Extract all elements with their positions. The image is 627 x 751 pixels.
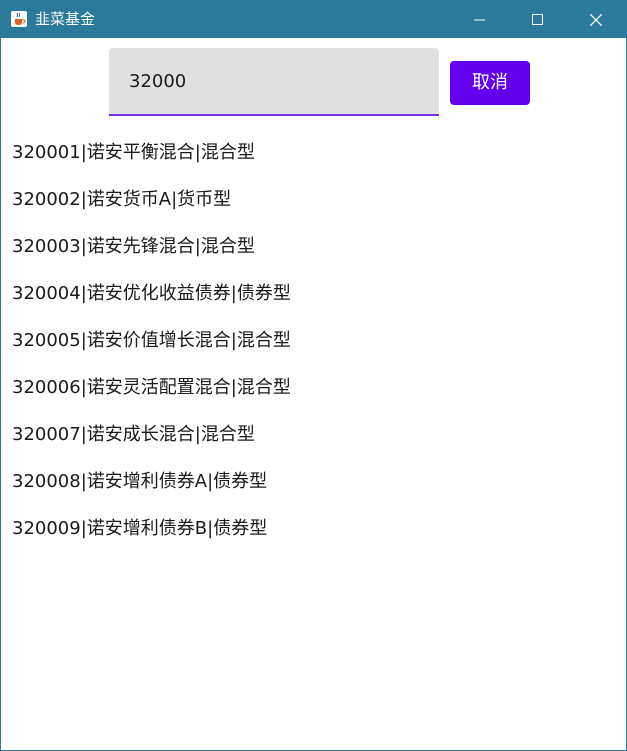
maximize-button[interactable] (515, 1, 561, 38)
list-item[interactable]: 320006|诺安灵活配置混合|混合型 (12, 374, 612, 421)
java-cup-icon (11, 11, 27, 27)
minimize-icon (474, 19, 485, 21)
search-input[interactable] (109, 48, 439, 114)
list-item[interactable]: 320007|诺安成长混合|混合型 (12, 421, 612, 468)
title-bar[interactable]: 韭菜基金 (1, 1, 626, 38)
close-button[interactable] (573, 1, 619, 38)
window-title: 韭菜基金 (35, 10, 96, 28)
minimize-button[interactable] (457, 1, 503, 38)
list-item[interactable]: 320009|诺安增利债券B|债券型 (12, 515, 612, 562)
cancel-button[interactable]: 取消 (450, 61, 530, 105)
list-item[interactable]: 320005|诺安价值增长混合|混合型 (12, 327, 612, 374)
results-list: 320001|诺安平衡混合|混合型 320002|诺安货币A|货币型 32000… (12, 139, 612, 562)
list-item[interactable]: 320001|诺安平衡混合|混合型 (12, 139, 612, 186)
list-item[interactable]: 320002|诺安货币A|货币型 (12, 186, 612, 233)
list-item[interactable]: 320004|诺安优化收益债券|债券型 (12, 280, 612, 327)
close-icon (590, 14, 602, 26)
list-item[interactable]: 320008|诺安增利债券A|债券型 (12, 468, 612, 515)
maximize-icon (532, 14, 543, 25)
app-window: 韭菜基金 取消 320001|诺安平衡混合|混合型 320002|诺安货币A|货… (0, 0, 627, 751)
list-item[interactable]: 320003|诺安先锋混合|混合型 (12, 233, 612, 280)
search-field (109, 48, 439, 116)
